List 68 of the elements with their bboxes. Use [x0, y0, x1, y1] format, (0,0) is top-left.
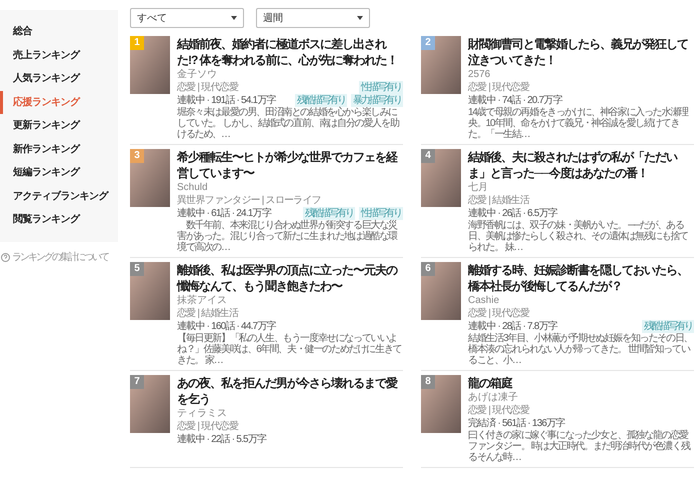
stats-text: 連載中 · 74話 · 20.7万字: [468, 94, 562, 106]
rank-badge: 7: [130, 375, 144, 389]
author-name[interactable]: Cashie: [468, 294, 694, 307]
book-description: 数千年前、本来混じり合わぬ世界が衝突する巨大な災害があった。混じり合って新たに生まれた地は過酷な環境で高次の…: [177, 220, 398, 253]
stats-text: 連載中 · 191話 · 54.1万字: [177, 94, 276, 106]
stats-text: 連載中 · 26話 · 6.5万字: [468, 207, 558, 220]
book-description: 14歳で母親の再婚をきっかけに、神谷家に入った水瀬理央。10年間、命をかけて義兄・神谷誠を愛し続けてきた。「一生結…: [468, 107, 690, 140]
book-title[interactable]: 結婚前夜、婚約者に極道ボスに差し出された!? 体を奪われる前に、心が先に奪われた！: [177, 36, 403, 68]
stats-text: 連載中 · 160話 · 44.7万字: [177, 320, 276, 332]
book-description: 曰く付きの家に嫁ぐ事になった少女と、孤独な龍の恋愛ファンタジー。 時は大正時代。まだ明治時代が色濃く残るそんな時…: [468, 430, 692, 463]
sidebar-item[interactable]: 閲覧ランキング: [0, 208, 118, 232]
book-title[interactable]: 龍の箱庭: [468, 375, 694, 391]
stats-text: 連載中 · 61話 · 24.1万字: [177, 207, 271, 220]
stats-text: 連載中 · 22話 · 5.5万字: [177, 433, 266, 446]
rank-badge: 4: [421, 149, 435, 163]
book-description: 海野香帆には、双子の妹・美帆がいた。 ──だが、ある日、美帆は惨たらしく殺され、その遺体は無残にも捨てられた。 妹…: [468, 220, 690, 253]
help-icon: [1, 252, 10, 262]
sidebar-item[interactable]: 新作ランキング: [0, 138, 118, 161]
rank-badge: 8: [421, 375, 435, 389]
dropdown-value: すべて: [137, 12, 167, 26]
rank-badge: 3: [130, 149, 144, 163]
content-tag: 性描写有り: [359, 81, 403, 94]
genre-text: 恋愛 | 現代恋愛: [468, 307, 529, 320]
filter-dropdown[interactable]: すべて: [130, 8, 244, 28]
stats-text: 連載中 · 28話 · 7.8万字: [468, 320, 558, 332]
author-name[interactable]: 抹茶アイス: [177, 294, 403, 307]
genre-text: 恋愛 | 現代恋愛: [177, 420, 238, 433]
sidebar-item[interactable]: 短編ランキング: [0, 161, 118, 184]
author-name[interactable]: ティラミス: [177, 407, 403, 420]
book-title[interactable]: 結婚後、夫に殺されたはずの私が「ただいま」と言った──今度はあなたの番！: [468, 149, 694, 181]
dropdown-value: 週間: [263, 12, 283, 26]
book-title[interactable]: 離婚する時、妊娠診断書を隠しておいたら、橋本社長が後悔してるんだが？: [468, 262, 694, 294]
book-title[interactable]: 離婚後、私は医学界の頂点に立った〜元夫の懺悔なんて、もう聞き飽きたわ〜: [177, 262, 403, 294]
sidebar-item[interactable]: 更新ランキング: [0, 114, 118, 138]
content-tag: 残酷描写有り: [303, 207, 355, 220]
genre-text: 恋愛 | 現代恋愛: [177, 81, 238, 94]
rank-badge: 6: [421, 262, 435, 276]
stats-text: 完結済 · 561話 · 136万字: [468, 417, 565, 430]
genre-text: 恋愛 | 結婚生活: [468, 194, 529, 207]
author-name[interactable]: Schuld: [177, 181, 403, 194]
sidebar-item[interactable]: 売上ランキング: [0, 44, 118, 67]
sidebar-item[interactable]: 総合: [0, 20, 118, 44]
book-title[interactable]: あの夜、私を拒んだ男が今さら壊れるまで愛を乞う: [177, 375, 403, 407]
author-name[interactable]: あげは凍子: [468, 391, 694, 404]
rank-badge: 2: [421, 36, 435, 50]
genre-text: 恋愛 | 現代恋愛: [468, 81, 529, 94]
sidebar-item[interactable]: 人気ランキング: [0, 67, 118, 90]
rank-badge: 1: [130, 36, 144, 50]
content-tag: 残酷描写有り: [295, 94, 347, 107]
book-title[interactable]: 財閥御曹司と電撃婚したら、義兄が発狂して泣きついてきた！: [468, 36, 694, 68]
content-tag: 性描写有り: [359, 207, 403, 220]
sidebar-item[interactable]: アクティブランキング: [0, 184, 118, 208]
book-description: 堀奈々未は最愛の男、田沼南との結婚を心から楽しみにしていた。 しかし、結婚式の直前、南は自分の愛人を助けるため、…: [177, 107, 400, 140]
book-title[interactable]: 希少種転生〜ヒトが希少な世界でカフェを経営しています〜: [177, 149, 403, 181]
caret-icon: [231, 16, 237, 20]
book-description: 【毎日更新】「私の人生、もう一度幸せになっていいよね？」佐藤美咲は、6年間、夫・健一のためだけに生きてきた。 家…: [177, 333, 402, 366]
genre-text: 異世界ファンタジー | スローライフ: [177, 194, 321, 207]
genre-text: 恋愛 | 結婚生活: [177, 307, 238, 320]
book-description: 結婚生活3年目、小林薫が予期せぬ妊娠を知ったその日、橋本湊の忘れられない人が帰ってきた。 世間皆知っていること、小…: [468, 333, 694, 366]
genre-text: 恋愛 | 現代恋愛: [468, 404, 529, 417]
filter-dropdown[interactable]: 週間: [256, 8, 370, 28]
content-tag: 残酷描写有り: [642, 320, 694, 333]
author-name[interactable]: 2576: [468, 68, 694, 81]
caret-icon: [357, 16, 363, 20]
author-name[interactable]: 七月: [468, 181, 694, 194]
rank-badge: 5: [130, 262, 144, 276]
content-tag: 暴力描写有り: [351, 94, 403, 107]
author-name[interactable]: 金子ソウ: [177, 68, 403, 81]
